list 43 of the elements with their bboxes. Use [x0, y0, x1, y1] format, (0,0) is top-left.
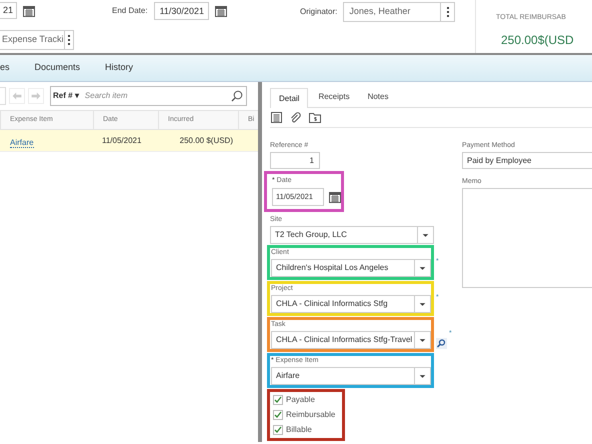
start-date-field[interactable]: 21 [0, 2, 18, 19]
originator-label: Originator: [300, 6, 338, 18]
calendar-icon[interactable] [23, 4, 36, 16]
search-icon[interactable] [231, 90, 243, 102]
tab[interactable]: History [105, 61, 134, 75]
checkbox-label: Payable [286, 394, 315, 406]
checkbox-label: Reimbursable [286, 409, 336, 421]
dropdown-select[interactable]: Airfare [271, 367, 431, 385]
table-cell-text: 250.00 $(USD) [178, 134, 234, 146]
search-field[interactable]: Search item [84, 90, 231, 102]
template-field[interactable]: Expense Tracki [0, 30, 74, 50]
detail-tab[interactable]: Detail [270, 88, 308, 108]
checkbox-label: Billable [286, 424, 312, 436]
site-select[interactable]: T2 Tech Group, LLC [270, 226, 434, 244]
table-row[interactable]: Airfare 11/05/2021 250.00 $(USD) [0, 130, 258, 152]
folder-dollar-icon[interactable] [309, 112, 321, 123]
tab[interactable]: Documents [34, 61, 80, 75]
more-icon[interactable] [64, 30, 73, 50]
end-date-label: End Date: [112, 5, 148, 17]
payment-method-field[interactable]: Paid by Employee [462, 152, 592, 169]
detail-tab[interactable]: Notes [360, 87, 396, 107]
calendar-icon[interactable] [329, 191, 341, 203]
dropdown-select[interactable]: CHLA - Clinical Informatics Stfg-Travel [271, 331, 431, 349]
reference-field[interactable]: 1 [270, 152, 320, 169]
memo-field[interactable] [462, 188, 592, 288]
sort-dropdown[interactable]: Ref # ▾ [51, 90, 79, 102]
paperclip-icon[interactable] [290, 112, 301, 123]
expense-link[interactable]: Airfare [10, 138, 34, 148]
checkbox[interactable] [273, 410, 283, 420]
list-icon[interactable] [271, 112, 282, 123]
dropdown-select[interactable]: CHLA - Clinical Informatics Stfg [271, 295, 431, 313]
end-date-field[interactable]: 11/30/2021 [154, 2, 209, 20]
total-amount: 250.00$(USD [501, 32, 575, 48]
search-bar[interactable]: Ref # ▾ Search item [50, 86, 247, 106]
search-icon[interactable] [436, 338, 447, 349]
checkbox[interactable] [273, 395, 283, 405]
table-cell-text: 11/05/2021 [101, 134, 142, 146]
checkbox[interactable] [273, 425, 283, 435]
dropdown-select[interactable]: Children's Hospital Los Angeles [271, 259, 431, 277]
calendar-icon[interactable] [214, 5, 227, 17]
tab[interactable]: es [0, 61, 10, 75]
detail-tab[interactable]: Receipts [310, 87, 358, 107]
originator-field[interactable]: Jones, Heather [343, 2, 456, 22]
